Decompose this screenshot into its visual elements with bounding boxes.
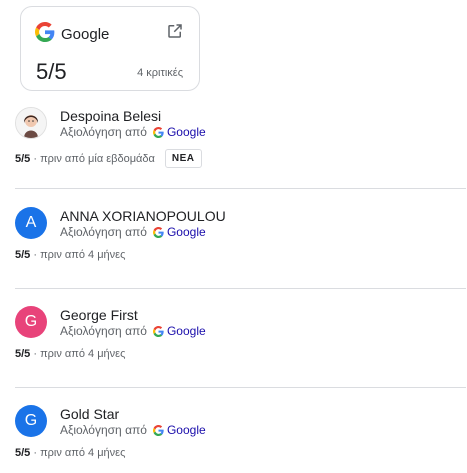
- google-logo-icon: [152, 126, 164, 138]
- review-time: · πριν από μία εβδομάδα: [33, 152, 155, 165]
- review-source: Αξιολόγηση από Google: [60, 225, 206, 239]
- review-source: Αξιολόγηση από Google: [60, 423, 206, 437]
- google-rating-card[interactable]: Google 5/5 4 κριτικές: [20, 6, 200, 91]
- source-brand: Google: [166, 324, 206, 338]
- review-source: Αξιολόγηση από Google: [60, 125, 206, 139]
- review-meta: 5/5 · πριν από 4 μήνες: [15, 447, 125, 459]
- review-score: 5/5: [15, 447, 31, 459]
- review-meta: 5/5 · πριν από 4 μήνες: [15, 348, 125, 360]
- source-prefix: Αξιολόγηση από: [60, 324, 147, 338]
- review-meta: 5/5 · πριν από 4 μήνες: [15, 249, 125, 261]
- source-prefix: Αξιολόγηση από: [60, 225, 147, 239]
- google-logo-icon: [152, 325, 164, 337]
- reviewer-avatar[interactable]: G: [15, 306, 47, 338]
- source-brand: Google: [166, 125, 206, 139]
- review-score: 5/5: [15, 152, 31, 165]
- review-meta: 5/5 · πριν από μία εβδομάδα ΝΕΑ: [15, 149, 202, 168]
- source-prefix: Αξιολόγηση από: [60, 125, 147, 139]
- google-logo-icon: [152, 424, 164, 436]
- divider: [15, 387, 466, 388]
- reviewer-avatar[interactable]: A: [15, 207, 47, 239]
- reviewer-avatar[interactable]: [15, 107, 47, 139]
- reviewer-name[interactable]: Gold Star: [60, 406, 119, 422]
- review-score: 5/5: [15, 348, 31, 360]
- new-badge: ΝΕΑ: [164, 149, 202, 168]
- card-title: Google: [61, 26, 110, 43]
- reviewer-avatar[interactable]: G: [15, 405, 47, 437]
- divider: [15, 188, 466, 189]
- review-score: 5/5: [15, 249, 31, 261]
- review-time: · πριν από 4 μήνες: [33, 348, 126, 360]
- divider: [15, 288, 466, 289]
- user-photo-icon: [16, 108, 46, 138]
- overall-score: 5/5: [36, 59, 67, 84]
- review-time: · πριν από 4 μήνες: [33, 447, 126, 459]
- reviewer-name[interactable]: George First: [60, 307, 138, 323]
- source-prefix: Αξιολόγηση από: [60, 423, 147, 437]
- open-external-icon[interactable]: [166, 22, 184, 40]
- reviewer-name[interactable]: Despoina Belesi: [60, 108, 161, 124]
- review-source: Αξιολόγηση από Google: [60, 324, 206, 338]
- google-logo-icon: [152, 226, 164, 238]
- source-brand: Google: [166, 225, 206, 239]
- reviewer-name[interactable]: ANNA XORIANOPOULOU: [60, 208, 226, 224]
- source-brand: Google: [166, 423, 206, 437]
- google-logo-icon: [35, 22, 55, 42]
- reviews-count: 4 κριτικές: [137, 67, 183, 79]
- review-time: · πριν από 4 μήνες: [33, 249, 126, 261]
